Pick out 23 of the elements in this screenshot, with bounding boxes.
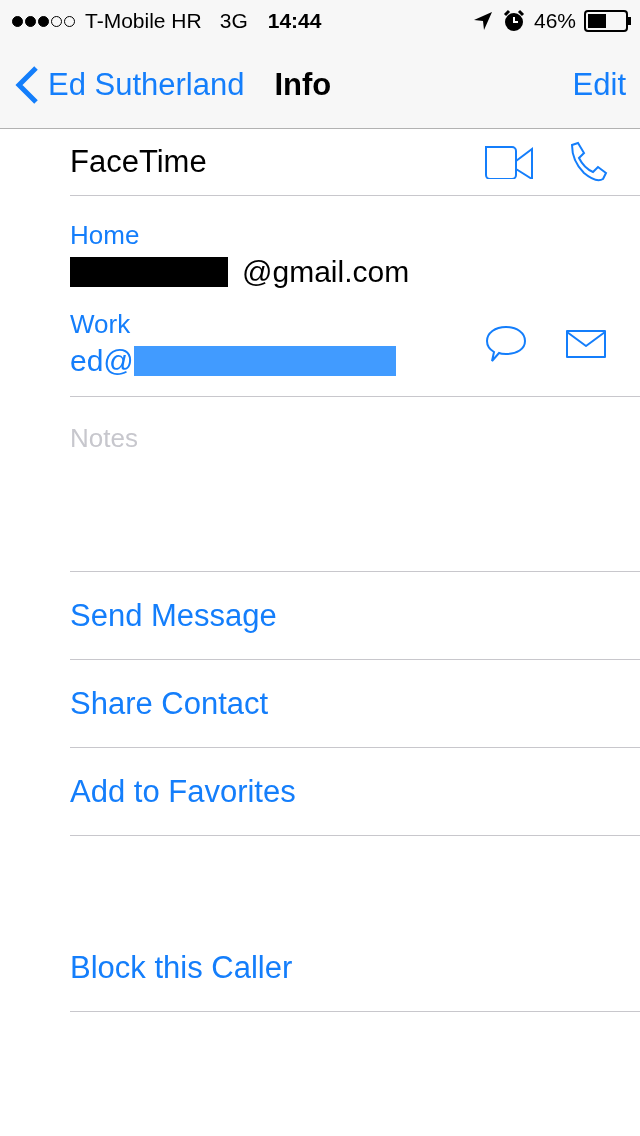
action-link[interactable]: Share Contact (70, 685, 269, 722)
mail-icon[interactable] (564, 327, 608, 360)
network-type: 3G (219, 9, 248, 33)
back-button[interactable]: Ed Sutherland (14, 65, 245, 105)
video-camera-icon[interactable] (484, 145, 536, 179)
block-caller-link[interactable]: Block this Caller (70, 949, 293, 986)
battery-percent: 46% (533, 9, 576, 33)
email-label: Work (70, 309, 132, 340)
facetime-label: FaceTime (70, 144, 207, 180)
action-link[interactable]: Add to Favorites (70, 773, 296, 810)
carrier-name: T-Mobile HR (85, 9, 202, 33)
notes-field[interactable]: Notes (70, 423, 610, 553)
nav-title: Info (274, 67, 332, 103)
clock-time: 14:44 (267, 9, 322, 33)
email-label: Home (70, 220, 141, 251)
battery-icon (584, 10, 632, 32)
alarm-clock-icon (501, 9, 526, 33)
email-address[interactable]: ed@ (70, 344, 134, 378)
speech-bubble-icon[interactable] (484, 323, 528, 364)
chevron-left-icon (14, 65, 40, 105)
edit-button[interactable]: Edit (572, 67, 626, 103)
email-address: @gmail.com (242, 255, 410, 289)
action-link[interactable]: Send Message (70, 597, 277, 634)
